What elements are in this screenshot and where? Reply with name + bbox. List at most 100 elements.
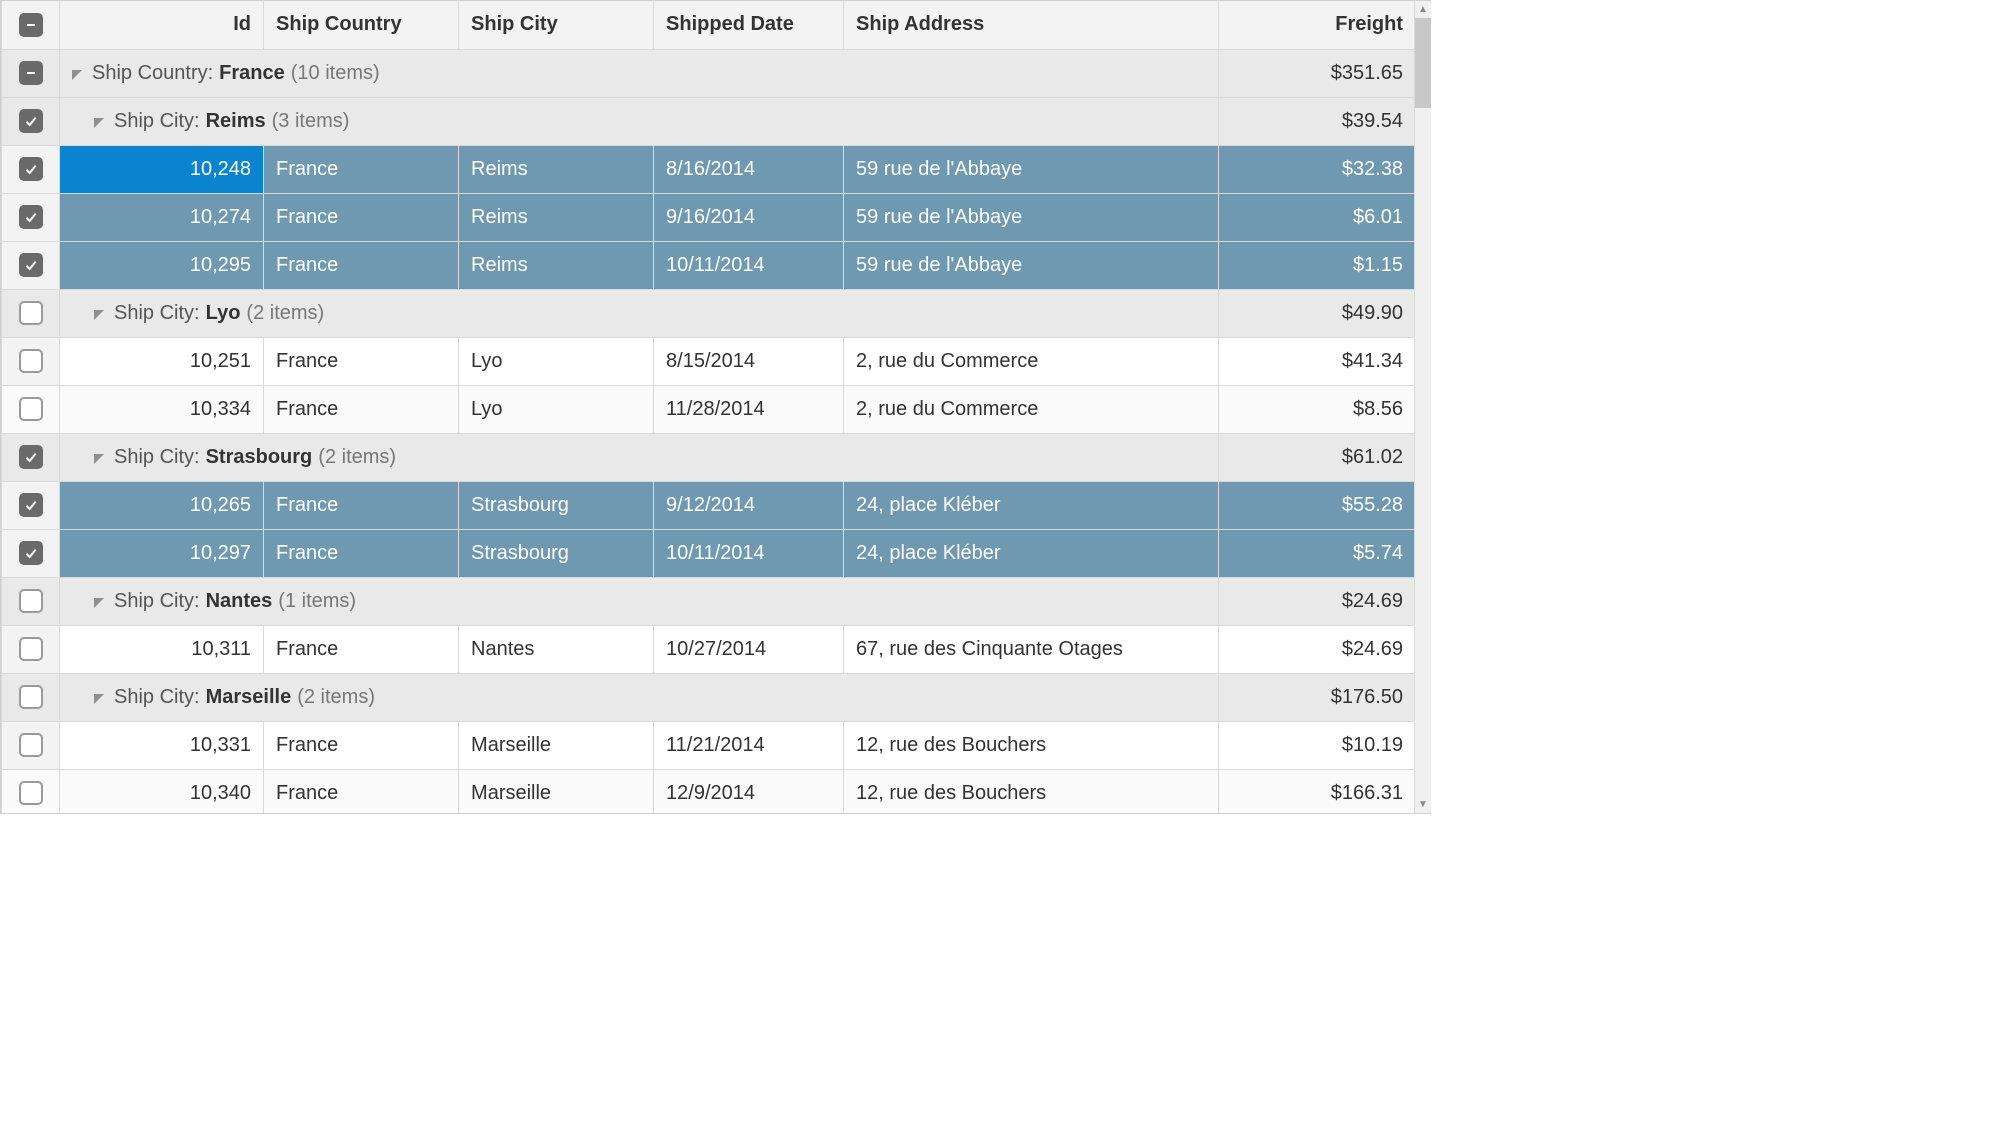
- column-header-freight[interactable]: Freight: [1219, 1, 1416, 49]
- cell-address: 24, place Kléber: [844, 481, 1219, 529]
- cell-city: Reims: [459, 193, 654, 241]
- scroll-up-arrow-icon[interactable]: ▲: [1415, 1, 1431, 18]
- column-header-city[interactable]: Ship City: [459, 1, 654, 49]
- cell-id: 10,311: [60, 625, 264, 673]
- group-checkbox[interactable]: [19, 109, 43, 133]
- row-checkbox[interactable]: [19, 733, 43, 757]
- group-row-city[interactable]: Ship City: Marseille (2 items)$176.50: [2, 673, 1416, 721]
- group-count: (2 items): [246, 302, 324, 325]
- column-header-country[interactable]: Ship Country: [264, 1, 459, 49]
- table-row[interactable]: 10,295FranceReims10/11/201459 rue de l'A…: [2, 241, 1416, 289]
- column-header-address[interactable]: Ship Address: [844, 1, 1219, 49]
- group-checkbox[interactable]: [19, 301, 43, 325]
- header-row: Id Ship Country Ship City Shipped Date S…: [2, 1, 1416, 49]
- row-checkbox[interactable]: [19, 781, 43, 805]
- table-row[interactable]: 10,334FranceLyo11/28/20142, rue du Comme…: [2, 385, 1416, 433]
- expand-toggle-icon[interactable]: [94, 686, 108, 709]
- cell-address: 67, rue des Cinquante Otages: [844, 625, 1219, 673]
- cell-id: 10,340: [60, 769, 264, 814]
- cell-date: 12/9/2014: [654, 769, 844, 814]
- group-aggregate-freight: $49.90: [1219, 289, 1416, 337]
- cell-city: Marseille: [459, 721, 654, 769]
- expand-toggle-icon[interactable]: [94, 590, 108, 613]
- cell-freight: $8.56: [1219, 385, 1416, 433]
- group-label: Ship Country:: [92, 62, 213, 85]
- group-label: Ship City:: [114, 302, 200, 325]
- cell-date: 10/11/2014: [654, 241, 844, 289]
- group-checkbox[interactable]: [19, 61, 43, 85]
- group-value: Lyo: [206, 302, 241, 325]
- column-header-date[interactable]: Shipped Date: [654, 1, 844, 49]
- expand-toggle-icon[interactable]: [94, 110, 108, 133]
- cell-date: 10/27/2014: [654, 625, 844, 673]
- column-header-id[interactable]: Id: [60, 1, 264, 49]
- expand-toggle-icon[interactable]: [94, 446, 108, 469]
- row-checkbox[interactable]: [19, 397, 43, 421]
- expand-toggle-icon[interactable]: [94, 302, 108, 325]
- cell-date: 9/16/2014: [654, 193, 844, 241]
- table-row[interactable]: 10,297FranceStrasbourg10/11/201424, plac…: [2, 529, 1416, 577]
- cell-date: 8/16/2014: [654, 145, 844, 193]
- table-row[interactable]: 10,311FranceNantes10/27/201467, rue des …: [2, 625, 1416, 673]
- cell-country: France: [264, 625, 459, 673]
- cell-city: Lyo: [459, 337, 654, 385]
- cell-freight: $55.28: [1219, 481, 1416, 529]
- group-row-city[interactable]: Ship City: Nantes (1 items)$24.69: [2, 577, 1416, 625]
- group-row-city[interactable]: Ship City: Strasbourg (2 items)$61.02: [2, 433, 1416, 481]
- cell-id: 10,331: [60, 721, 264, 769]
- group-checkbox[interactable]: [19, 589, 43, 613]
- group-row-city[interactable]: Ship City: Lyo (2 items) $49.90: [2, 289, 1416, 337]
- group-row-country[interactable]: Ship Country: France (10 items)$351.65: [2, 49, 1416, 97]
- row-checkbox[interactable]: [19, 637, 43, 661]
- cell-city: Reims: [459, 145, 654, 193]
- cell-country: France: [264, 769, 459, 814]
- row-checkbox[interactable]: [19, 541, 43, 565]
- cell-freight: $1.15: [1219, 241, 1416, 289]
- row-checkbox[interactable]: [19, 493, 43, 517]
- group-count: (10 items): [291, 62, 380, 85]
- group-row-city[interactable]: Ship City: Reims (3 items)$39.54: [2, 97, 1416, 145]
- cell-country: France: [264, 337, 459, 385]
- expand-toggle-icon[interactable]: [72, 62, 86, 85]
- group-label: Ship City:: [114, 446, 200, 469]
- grid-viewport: Id Ship Country Ship City Shipped Date S…: [0, 0, 1431, 814]
- table-row[interactable]: 10,265FranceStrasbourg9/12/201424, place…: [2, 481, 1416, 529]
- data-grid: Id Ship Country Ship City Shipped Date S…: [1, 1, 1416, 814]
- cell-id: 10,334: [60, 385, 264, 433]
- group-value: Strasbourg: [206, 446, 313, 469]
- table-row[interactable]: 10,331FranceMarseille11/21/201412, rue d…: [2, 721, 1416, 769]
- row-checkbox[interactable]: [19, 157, 43, 181]
- vertical-scrollbar[interactable]: ▲ ▼: [1414, 1, 1431, 813]
- group-count: (2 items): [297, 686, 375, 709]
- scroll-thumb[interactable]: [1415, 18, 1431, 108]
- group-value: Nantes: [206, 590, 273, 613]
- cell-date: 8/15/2014: [654, 337, 844, 385]
- cell-city: Reims: [459, 241, 654, 289]
- cell-address: 12, rue des Bouchers: [844, 721, 1219, 769]
- cell-country: France: [264, 145, 459, 193]
- select-all-checkbox[interactable]: [19, 13, 43, 37]
- group-checkbox[interactable]: [19, 685, 43, 709]
- group-value: Marseille: [206, 686, 292, 709]
- row-checkbox[interactable]: [19, 253, 43, 277]
- table-row[interactable]: 10,248FranceReims8/16/201459 rue de l'Ab…: [2, 145, 1416, 193]
- group-label: Ship City:: [114, 590, 200, 613]
- table-row[interactable]: 10,251FranceLyo8/15/20142, rue du Commer…: [2, 337, 1416, 385]
- cell-id: 10,274: [60, 193, 264, 241]
- cell-freight: $10.19: [1219, 721, 1416, 769]
- cell-country: France: [264, 385, 459, 433]
- group-aggregate-freight: $61.02: [1219, 433, 1416, 481]
- group-aggregate-freight: $351.65: [1219, 49, 1416, 97]
- group-value: Reims: [206, 110, 266, 133]
- cell-id: 10,295: [60, 241, 264, 289]
- cell-freight: $6.01: [1219, 193, 1416, 241]
- row-checkbox[interactable]: [19, 349, 43, 373]
- scroll-down-arrow-icon[interactable]: ▼: [1415, 796, 1431, 813]
- group-checkbox[interactable]: [19, 445, 43, 469]
- cell-country: France: [264, 193, 459, 241]
- cell-address: 59 rue de l'Abbaye: [844, 193, 1219, 241]
- cell-freight: $24.69: [1219, 625, 1416, 673]
- table-row[interactable]: 10,274FranceReims9/16/201459 rue de l'Ab…: [2, 193, 1416, 241]
- row-checkbox[interactable]: [19, 205, 43, 229]
- table-row[interactable]: 10,340FranceMarseille12/9/201412, rue de…: [2, 769, 1416, 814]
